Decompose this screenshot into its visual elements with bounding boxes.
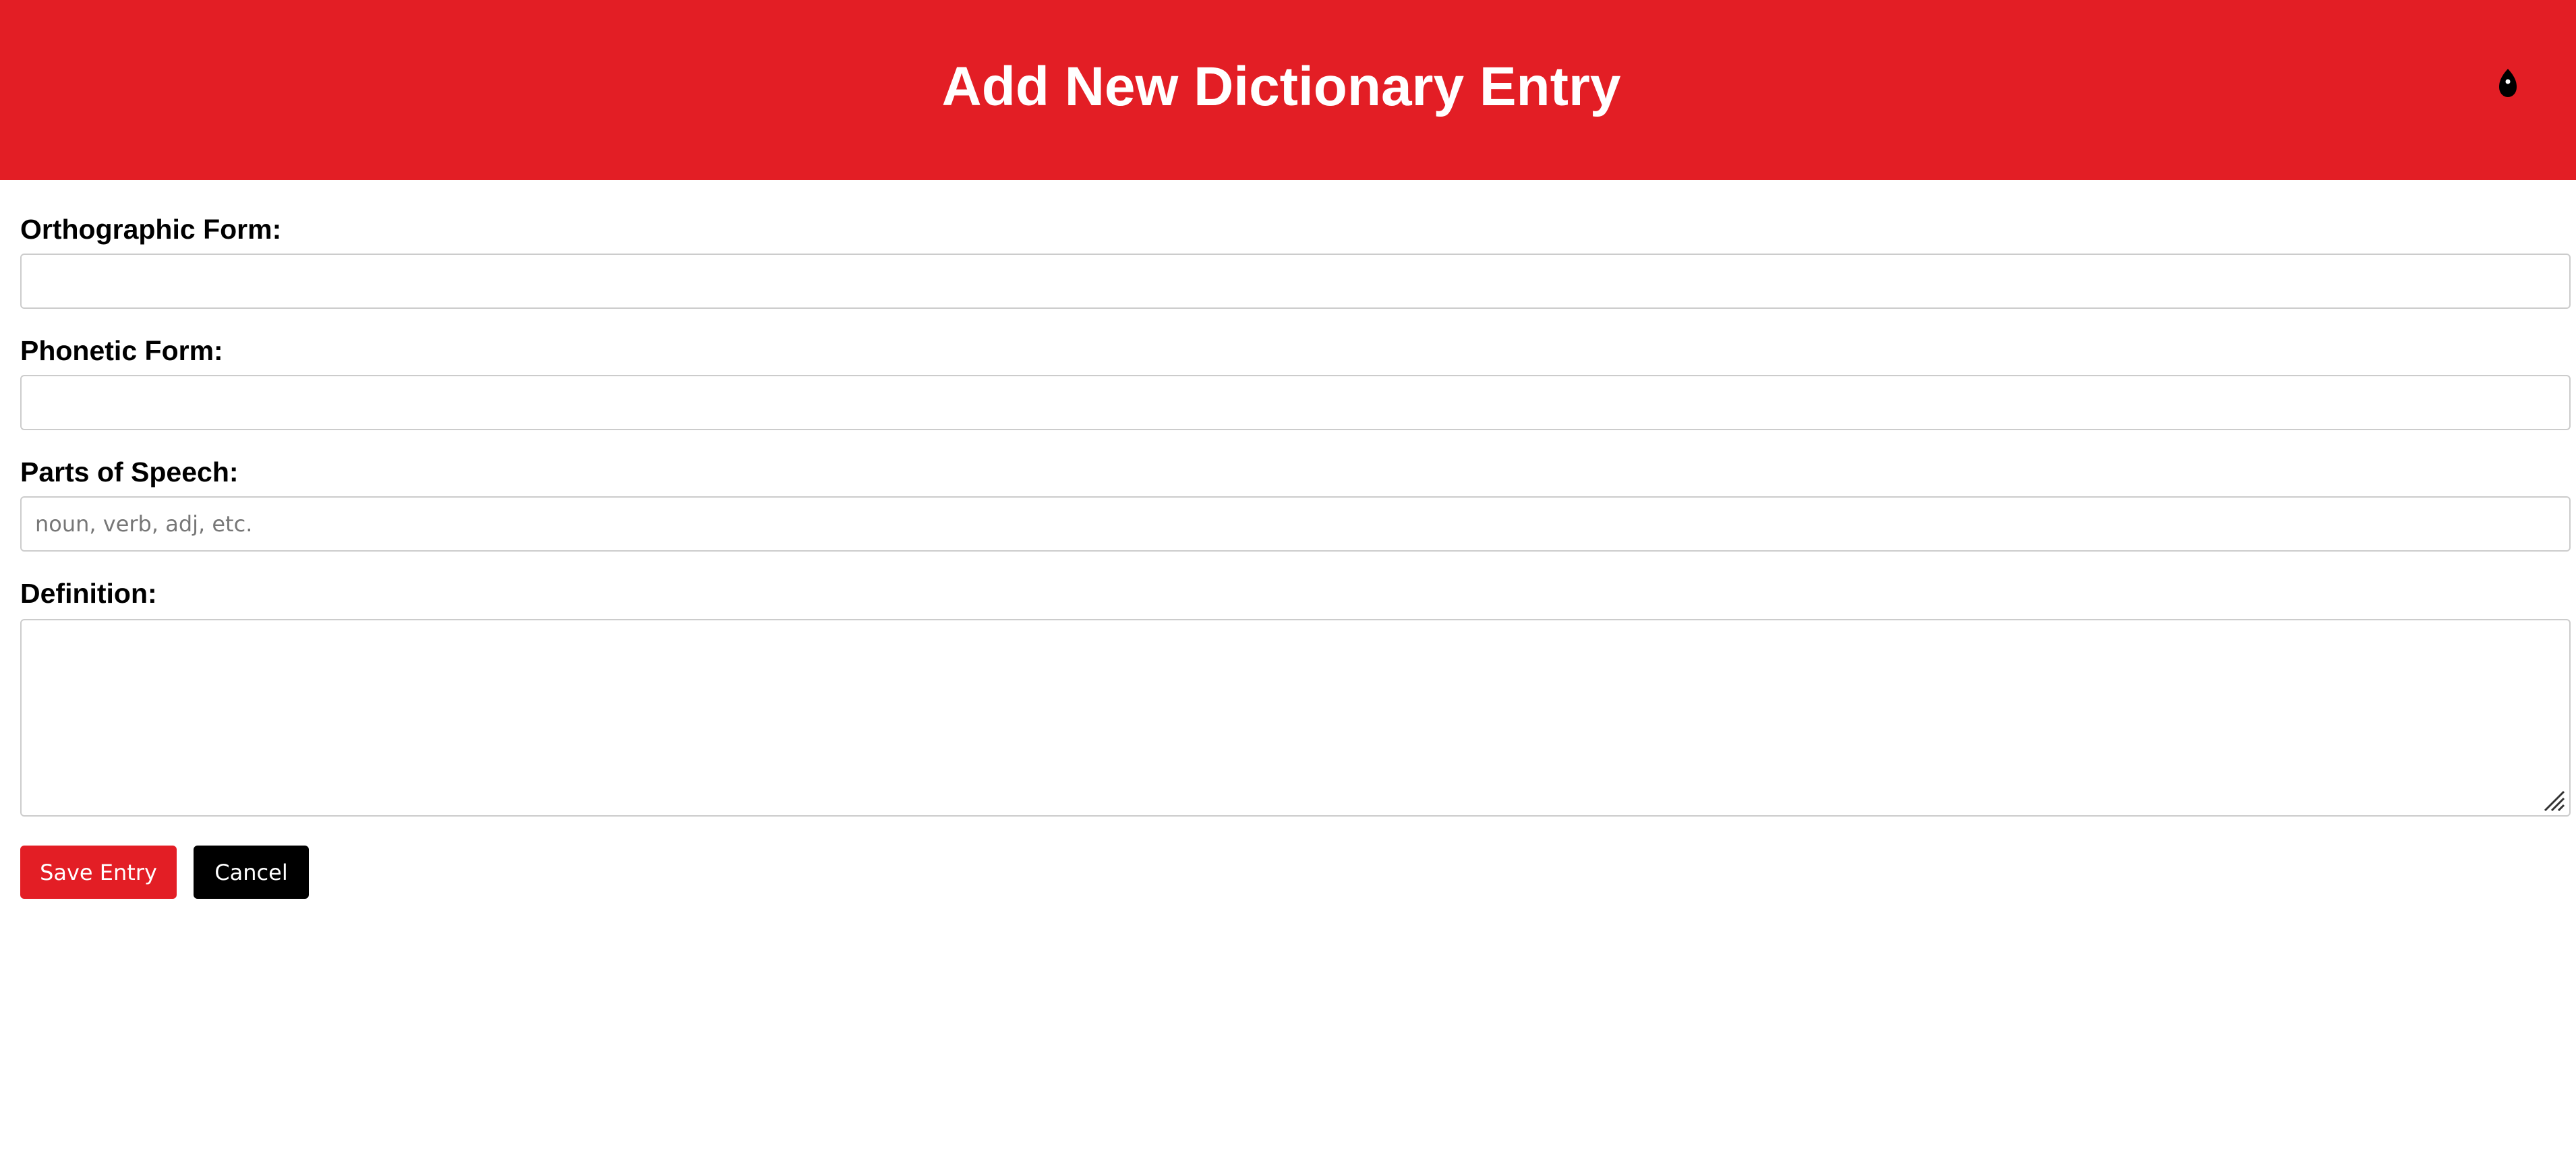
orthographic-form-label: Orthographic Form: — [20, 214, 282, 245]
page-header: Add New Dictionary Entry — [0, 0, 2576, 180]
parts-of-speech-input[interactable] — [20, 496, 2571, 552]
page-title: Add New Dictionary Entry — [941, 56, 1621, 117]
cancel-button[interactable]: Cancel — [194, 846, 309, 899]
save-entry-button[interactable]: Save Entry — [20, 846, 177, 899]
orthographic-form-input[interactable] — [20, 254, 2571, 309]
theme-toggle-icon[interactable] — [2498, 68, 2518, 98]
resize-handle-icon[interactable] — [2542, 789, 2565, 812]
phonetic-form-label: Phonetic Form: — [20, 335, 223, 366]
definition-textarea[interactable] — [20, 619, 2571, 817]
definition-label: Definition: — [20, 578, 157, 609]
phonetic-form-input[interactable] — [20, 375, 2571, 430]
parts-of-speech-label: Parts of Speech: — [20, 456, 239, 488]
